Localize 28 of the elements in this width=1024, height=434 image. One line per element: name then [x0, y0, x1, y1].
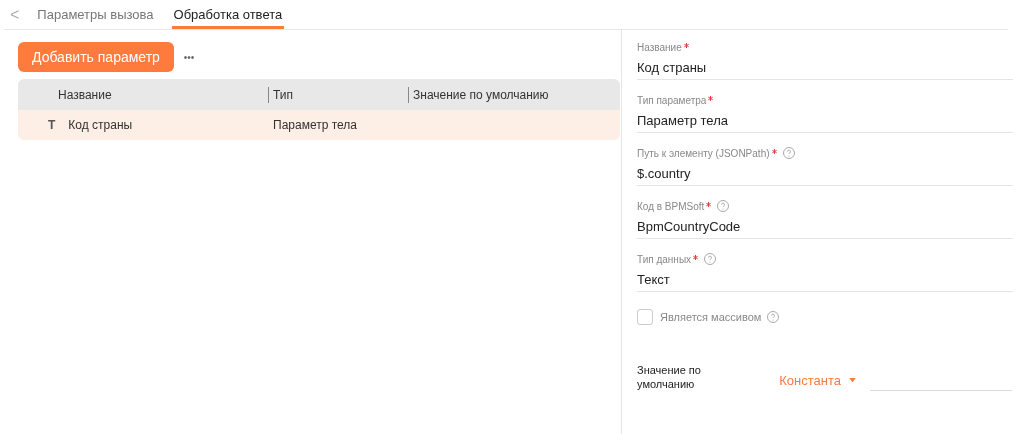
text-type-icon: T: [48, 116, 56, 134]
input-field[interactable]: Текст: [637, 268, 1013, 292]
field-label: Путь к элементу (JSONPath): [637, 146, 770, 161]
help-icon[interactable]: [717, 200, 730, 212]
more-button[interactable]: •••: [181, 49, 197, 65]
help-icon[interactable]: [704, 253, 717, 265]
checkbox[interactable]: [637, 309, 653, 325]
tab[interactable]: Обработка ответа: [171, 0, 285, 29]
input-field[interactable]: BpmCountryCode: [637, 215, 1013, 239]
table-cell-text: Код страны: [68, 117, 133, 134]
column-header: Название: [58, 86, 112, 104]
field-label: Тип параметра: [637, 93, 707, 108]
input-field[interactable]: Параметр тела: [637, 109, 1013, 133]
input-field[interactable]: Код страны: [637, 56, 1013, 80]
field-label: Значение по умолчанию: [637, 363, 702, 391]
caret-icon: [849, 377, 856, 383]
column-header: Значение по умолчанию: [413, 86, 549, 104]
table-cell: Параметр тела: [273, 118, 357, 132]
field-label: Тип данных: [637, 252, 692, 267]
field-label: Код в BPMSoft: [637, 199, 705, 214]
tab[interactable]: Параметры вызова: [35, 0, 156, 29]
input-field[interactable]: $.country: [637, 162, 1013, 186]
checkbox-label: Является массивом: [660, 309, 762, 325]
help-icon[interactable]: [767, 311, 780, 323]
table-row[interactable]: T Код страны Параметр тела: [18, 110, 620, 140]
help-icon[interactable]: [782, 147, 795, 159]
column-header: Тип: [273, 86, 293, 104]
field-label: Название: [637, 40, 682, 55]
